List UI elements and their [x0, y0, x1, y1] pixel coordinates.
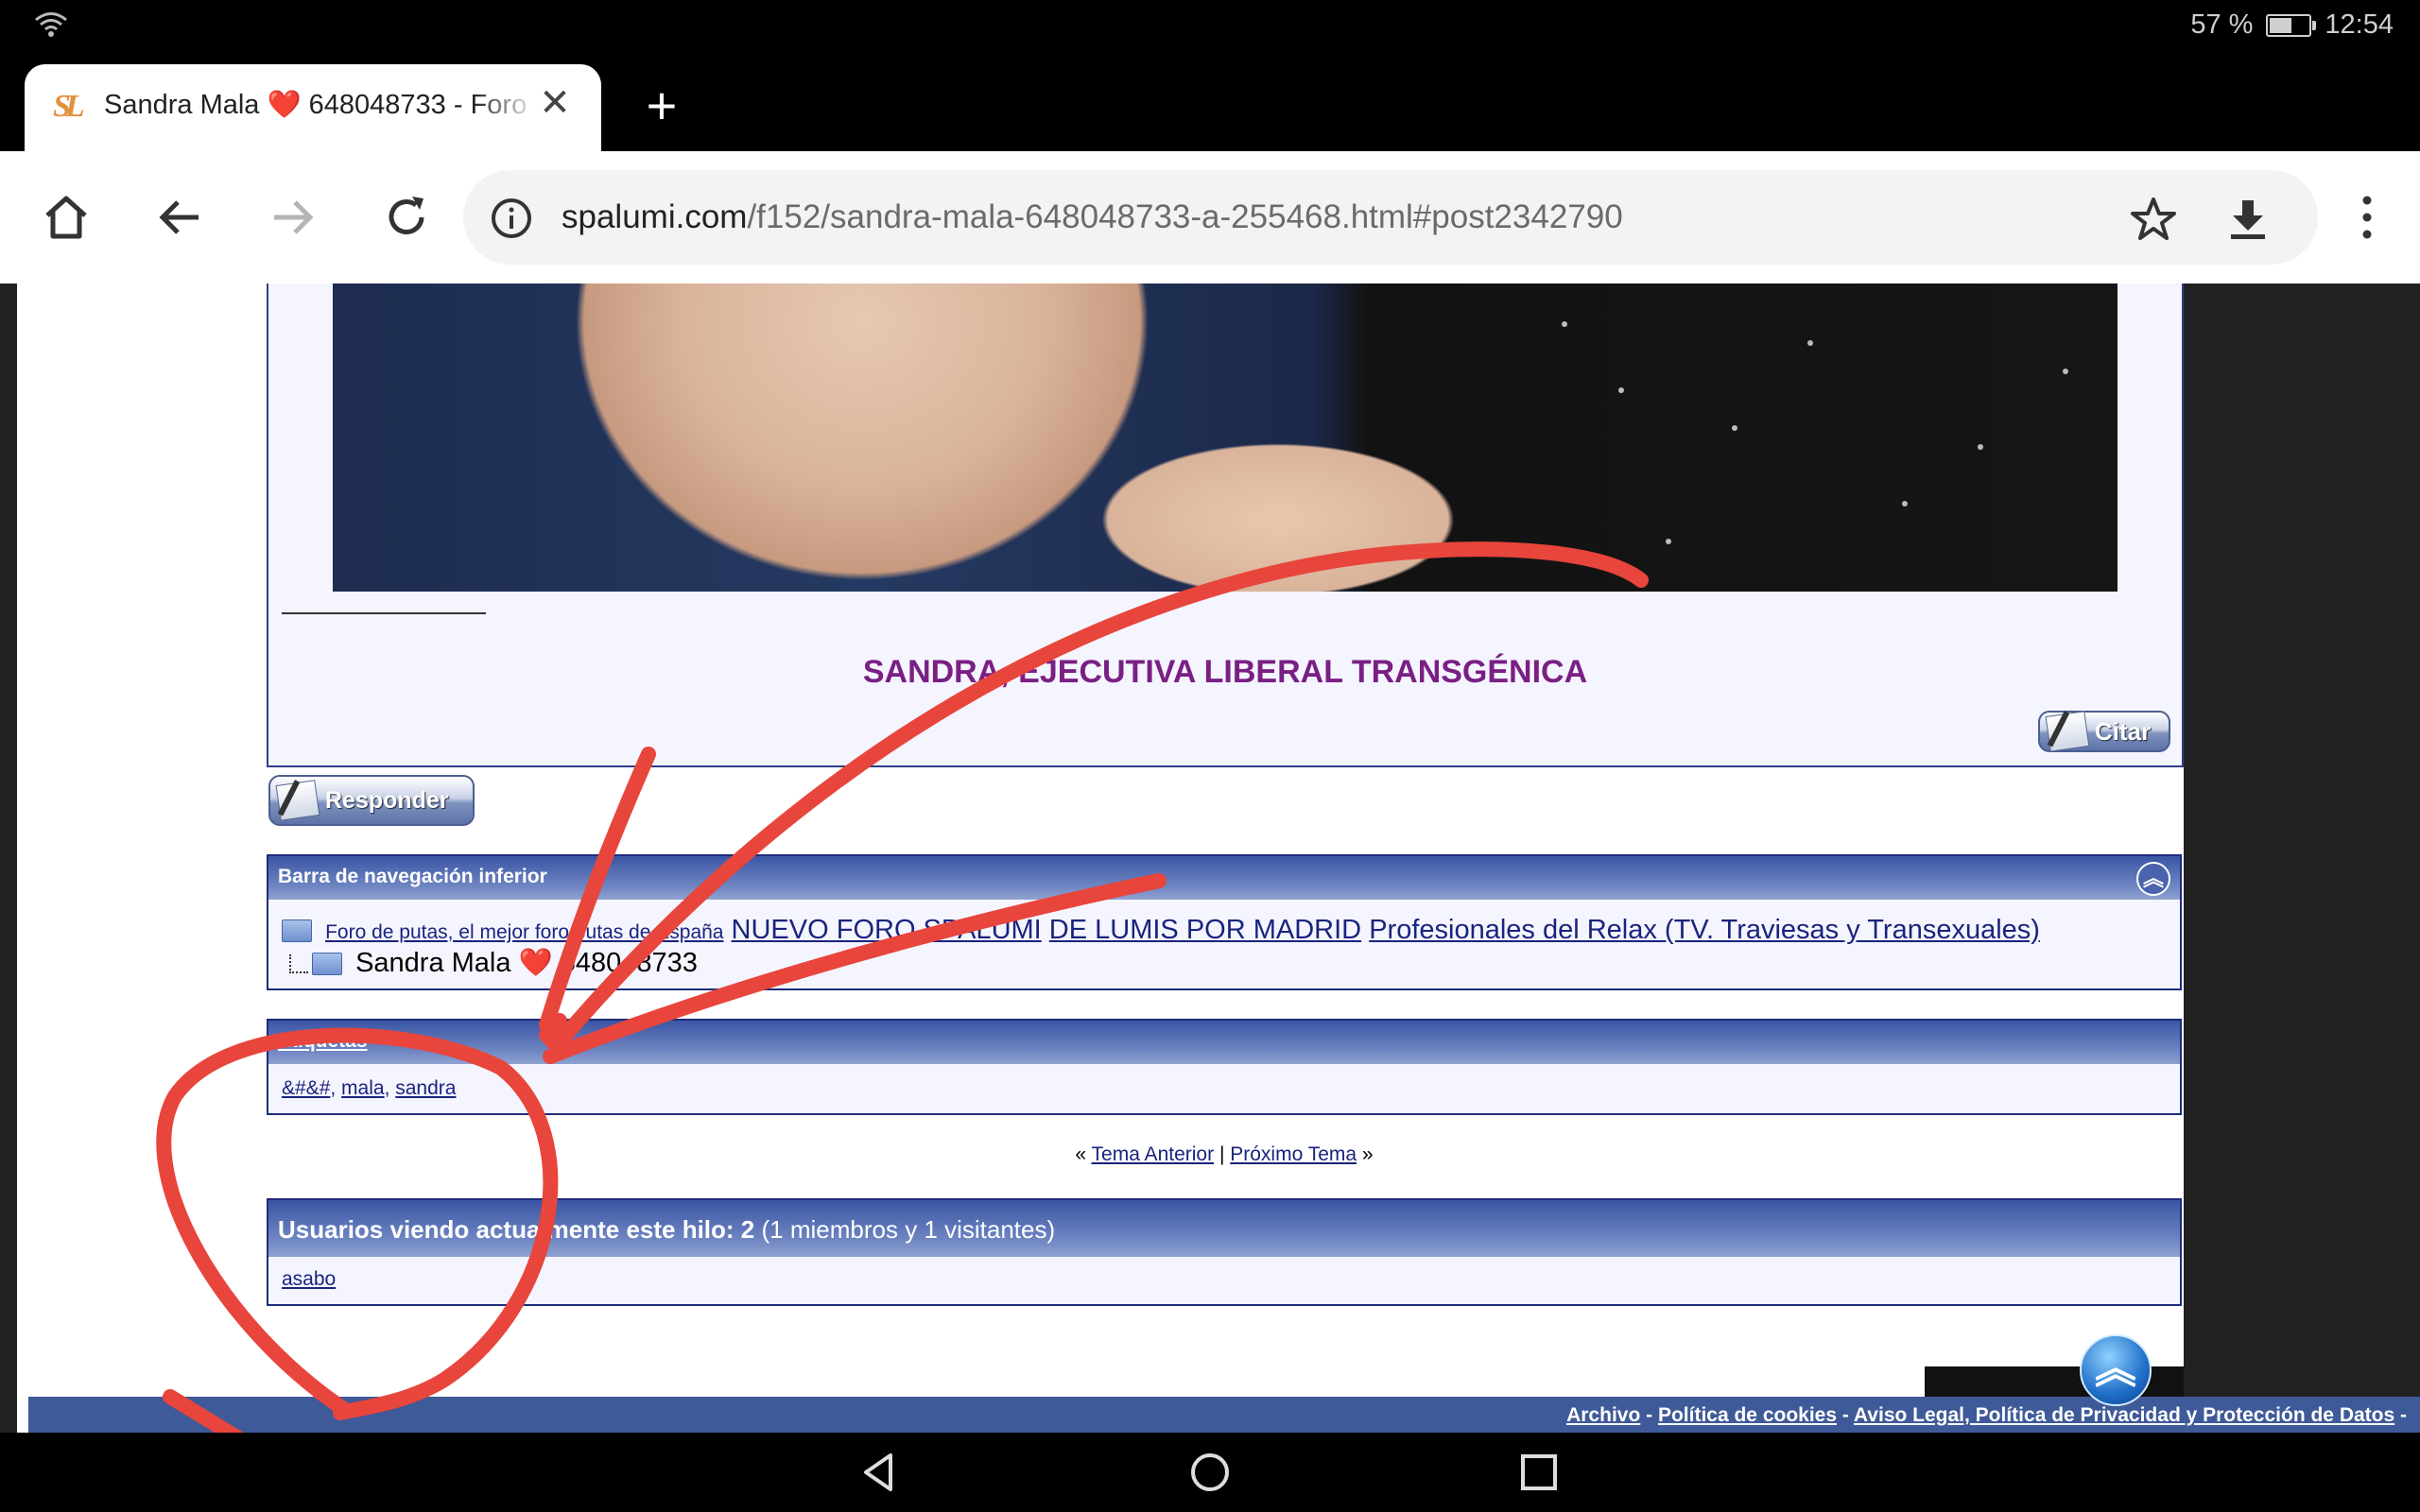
- post-container: SANDRA, EJECUTIVA LIBERAL TRANSGÉNICA Ci…: [267, 284, 2184, 767]
- reply-label: Responder: [325, 786, 449, 814]
- site-favicon-icon: SL: [53, 89, 85, 124]
- tags-panel: Etiquetas &#&#, mala, sandra: [267, 1019, 2182, 1115]
- breadcrumb-root-link[interactable]: Foro de putas, el mejor foro putas de Es…: [325, 921, 723, 943]
- breadcrumb-madrid-link[interactable]: DE LUMIS POR MADRID: [1049, 915, 1361, 945]
- home-icon[interactable]: [34, 185, 98, 249]
- info-icon[interactable]: [490, 197, 533, 240]
- viewers-breakdown: (1 miembros y 1 visitantes): [761, 1215, 1056, 1244]
- tab-title: Sandra Mala ❤️ 648048733 - Foro: [104, 90, 527, 120]
- tag-link[interactable]: sandra: [395, 1077, 456, 1099]
- forward-arrow-icon[interactable]: [261, 185, 325, 249]
- scroll-to-top-icon[interactable]: ︽: [2080, 1334, 2152, 1406]
- address-bar[interactable]: spalumi.com/f152/sandra-mala-648048733-a…: [463, 170, 2318, 265]
- footer-bar: Archivo - Política de cookies - Aviso Le…: [28, 1397, 2420, 1433]
- nav-panel-title: Barra de navegación inferior: [278, 866, 547, 887]
- next-thread-link[interactable]: Próximo Tema: [1230, 1143, 1357, 1165]
- footer-links: Archivo - Política de cookies - Aviso Le…: [1566, 1404, 2407, 1426]
- battery-fill: [2270, 17, 2292, 33]
- status-bar: 57 % 12:54: [0, 0, 2420, 59]
- nav-panel-header: Barra de navegación inferior ︽: [268, 856, 2180, 900]
- archive-link[interactable]: Archivo: [1566, 1404, 1640, 1426]
- viewers-panel-header: Usuarios viendo actualmente este hilo: 2…: [268, 1200, 2180, 1257]
- quote-label: Citar: [2095, 716, 2152, 746]
- browser-tab[interactable]: SL Sandra Mala ❤️ 648048733 - Foro ✕: [25, 64, 601, 151]
- home-circle-icon[interactable]: [1185, 1448, 1235, 1497]
- viewers-list: asabo: [282, 1268, 336, 1291]
- url-host: spalumi.com: [562, 198, 748, 235]
- thread-navigation: « Tema Anterior | Próximo Tema »: [1075, 1143, 1374, 1165]
- browser-toolbar: spalumi.com/f152/sandra-mala-648048733-a…: [0, 151, 2420, 284]
- battery-icon: [2266, 13, 2317, 37]
- post-photo: [333, 284, 2118, 592]
- cookies-policy-link[interactable]: Política de cookies: [1658, 1404, 1837, 1426]
- collapse-icon[interactable]: ︽: [2136, 862, 2170, 896]
- folder-icon: [282, 919, 312, 943]
- bookmark-star-icon[interactable]: [2129, 195, 2178, 244]
- post-signature-title: SANDRA, EJECUTIVA LIBERAL TRANSGÉNICA: [862, 654, 1588, 690]
- web-page: SANDRA, EJECUTIVA LIBERAL TRANSGÉNICA Ci…: [0, 284, 2420, 1433]
- signature-separator: [282, 612, 486, 614]
- tree-connector-icon: [289, 954, 308, 974]
- tag-link[interactable]: mala: [341, 1077, 385, 1099]
- battery-percent: 57 %: [2190, 9, 2254, 40]
- quote-button[interactable]: Citar: [2038, 711, 2170, 752]
- breadcrumb: Foro de putas, el mejor foro putas de Es…: [282, 915, 2040, 946]
- clock: 12:54: [2325, 9, 2394, 40]
- current-thread-title: Sandra Mala ❤️ 648048733: [355, 948, 698, 978]
- legal-notice-link[interactable]: Aviso Legal, Política de Privacidad y Pr…: [1854, 1404, 2394, 1426]
- breadcrumb-forum-link[interactable]: NUEVO FORO SPALUMI: [732, 915, 1042, 945]
- wifi-icon: [35, 12, 67, 37]
- more-menu-icon[interactable]: [2335, 185, 2399, 249]
- folder-icon: [312, 953, 342, 976]
- tags-list: &#&#, mala, sandra: [282, 1077, 457, 1099]
- status-right: 57 % 12:54: [2190, 9, 2394, 41]
- download-icon[interactable]: [2223, 195, 2273, 244]
- notepad-icon: [2045, 711, 2090, 752]
- breadcrumb-current: Sandra Mala ❤️ 648048733: [289, 947, 698, 979]
- viewer-user-link[interactable]: asabo: [282, 1268, 336, 1290]
- reply-button[interactable]: Responder: [268, 775, 475, 826]
- bottom-navigation-panel: Barra de navegación inferior ︽ Foro de p…: [267, 854, 2182, 990]
- new-tab-icon[interactable]: +: [637, 79, 686, 132]
- reload-icon[interactable]: [374, 185, 439, 249]
- viewers-title: Usuarios viendo actualmente este hilo: 2…: [278, 1215, 1055, 1245]
- close-tab-icon[interactable]: ✕: [533, 81, 577, 125]
- recent-apps-icon[interactable]: [1514, 1448, 1564, 1497]
- back-arrow-icon[interactable]: [147, 185, 212, 249]
- page-left-margin: [0, 284, 17, 1433]
- notepad-icon: [275, 780, 320, 821]
- tags-panel-header: Etiquetas: [268, 1021, 2180, 1064]
- page-right-margin: [2184, 284, 2420, 1433]
- breadcrumb-category-link[interactable]: Profesionales del Relax (TV. Traviesas y…: [1369, 915, 2040, 945]
- current-viewers-panel: Usuarios viendo actualmente este hilo: 2…: [267, 1198, 2182, 1306]
- tags-panel-title[interactable]: Etiquetas: [278, 1030, 368, 1053]
- viewers-count-label: Usuarios viendo actualmente este hilo: 2: [278, 1215, 755, 1244]
- url-text[interactable]: spalumi.com/f152/sandra-mala-648048733-a…: [562, 198, 1623, 236]
- system-navigation-bar: [0, 1433, 2420, 1512]
- url-path: /f152/sandra-mala-648048733-a-255468.htm…: [747, 198, 1623, 235]
- back-triangle-icon[interactable]: [855, 1448, 904, 1497]
- thread-nav-separator: |: [1219, 1143, 1225, 1165]
- previous-thread-link[interactable]: Tema Anterior: [1092, 1143, 1215, 1165]
- tag-link[interactable]: &#&#: [282, 1077, 330, 1099]
